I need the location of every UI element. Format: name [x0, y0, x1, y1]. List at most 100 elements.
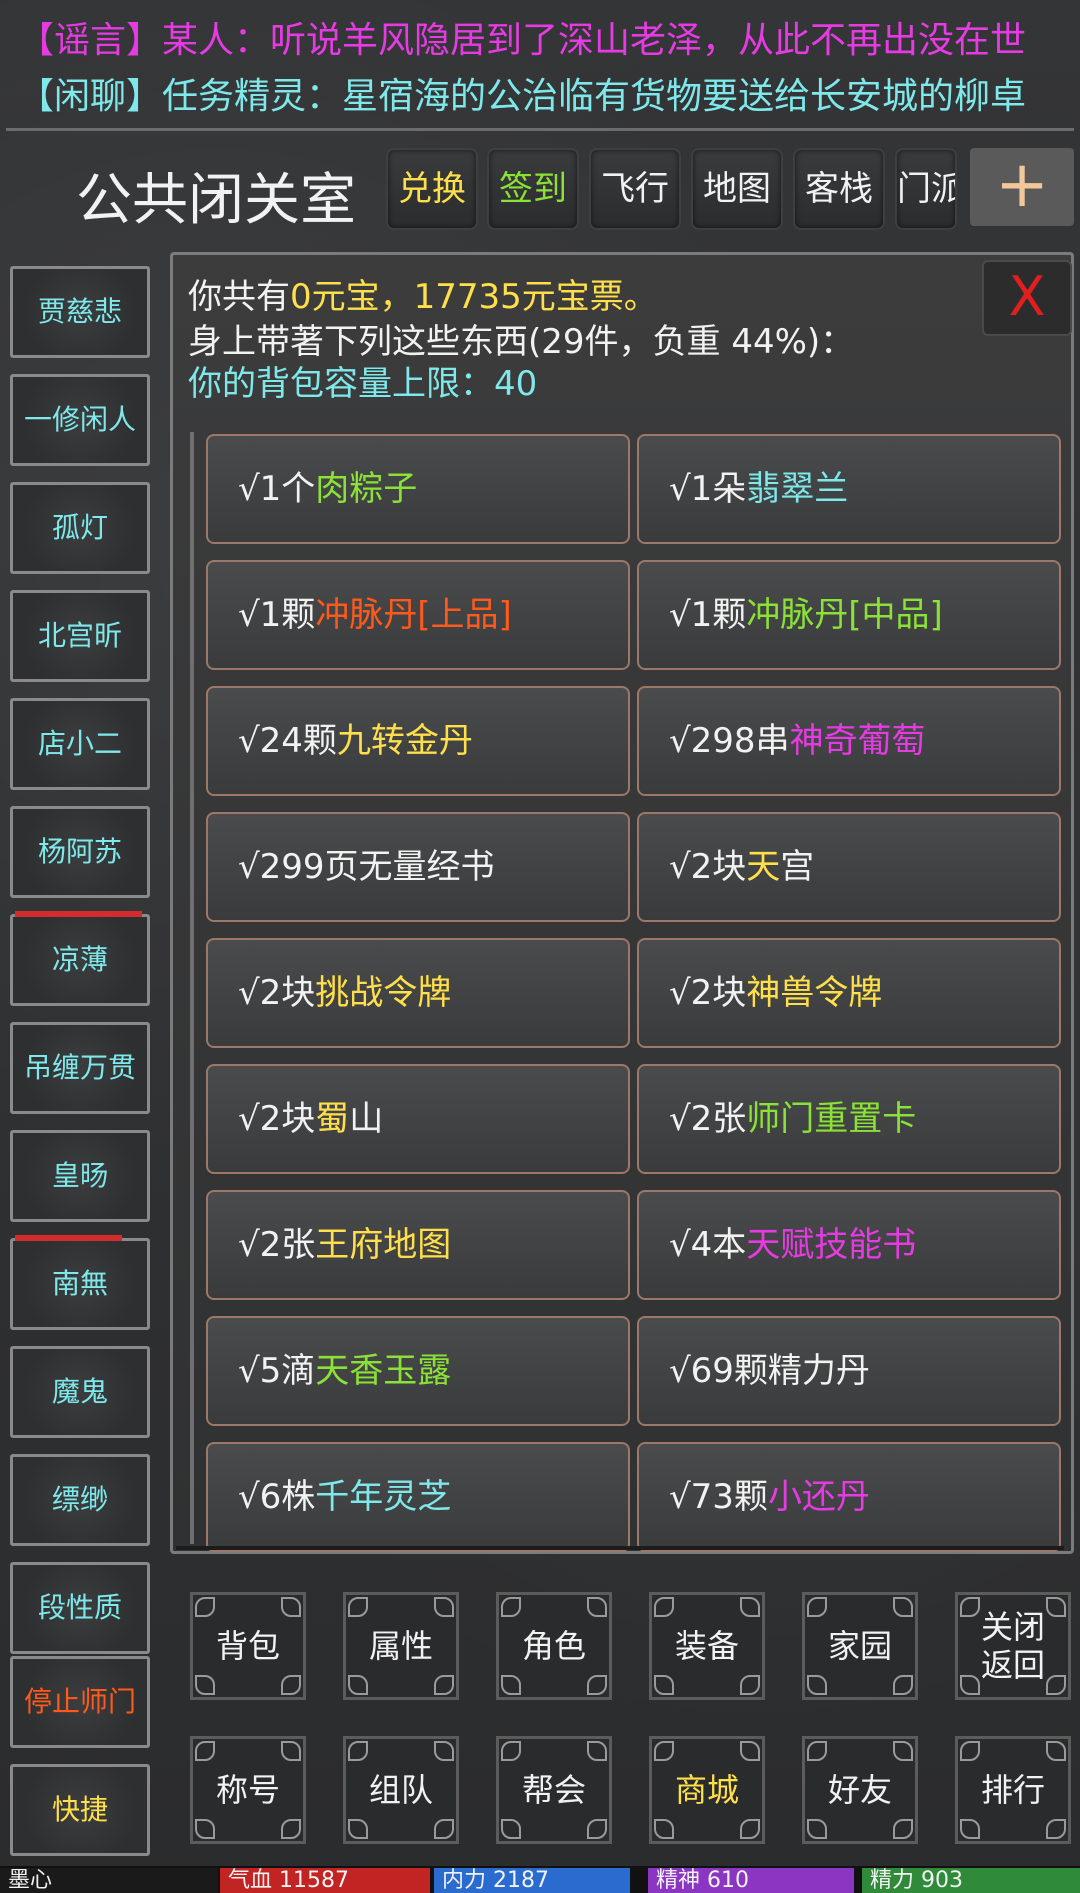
corner-ornament-icon: [1046, 1819, 1066, 1839]
currency-line: 你共有0元宝，17735元宝票。: [188, 275, 658, 319]
sidebar-item-6[interactable]: 凉薄: [10, 911, 150, 1006]
sidebar-item-label: 孤灯: [51, 511, 108, 544]
sidebar-item-label: 停止师门: [23, 1685, 136, 1718]
sidebar-item-12[interactable]: 段性质: [10, 1562, 150, 1654]
sidebar-item-label: 店小二: [37, 727, 122, 760]
corner-ornament-icon: [434, 1597, 454, 1617]
sidebar-item-3[interactable]: 北宫昕: [10, 590, 150, 682]
sidebar-item-0[interactable]: 贾慈悲: [10, 266, 150, 358]
corner-ornament-icon: [434, 1741, 454, 1761]
sidebar-item-5[interactable]: 杨阿苏: [10, 806, 150, 898]
corner-ornament-icon: [654, 1675, 674, 1695]
corner-ornament-icon: [501, 1675, 521, 1695]
item-quantity: √1朵: [669, 469, 747, 509]
sidebar-item-label: 北宫昕: [37, 619, 122, 652]
menu-button-row2-5[interactable]: 排行: [955, 1736, 1071, 1844]
item-quantity: √4本: [669, 1225, 747, 1265]
currency-prefix: 你共有: [188, 277, 290, 317]
menu-button-row2-2[interactable]: 帮会: [496, 1736, 612, 1844]
corner-ornament-icon: [893, 1675, 913, 1695]
inventory-item[interactable]: √24颗九转金丹: [206, 686, 630, 796]
sidebar-item-label: 吊缠万贯: [23, 1051, 136, 1084]
sidebar-item-13[interactable]: 停止师门: [10, 1656, 150, 1748]
inventory-item[interactable]: √2张王府地图: [206, 1190, 630, 1300]
inventory-item[interactable]: √6株千年灵芝: [206, 1442, 630, 1552]
room-title: 公共闭关室: [76, 168, 356, 233]
tab-5[interactable]: 门派: [895, 148, 957, 230]
menu-button-row2-3[interactable]: 商城: [649, 1736, 765, 1844]
inventory-item[interactable]: √1颗冲脉丹[上品]: [206, 560, 630, 670]
corner-ornament-icon: [893, 1597, 913, 1617]
item-quantity: √24颗: [238, 721, 337, 761]
inventory-item[interactable]: √5滴天香玉露: [206, 1316, 630, 1426]
item-name: 肉粽子: [315, 469, 418, 509]
item-name: 冲脉丹[上品]: [315, 595, 512, 635]
inventory-item[interactable]: √299页无量经书: [206, 812, 630, 922]
sidebar-item-label: 凉薄: [51, 943, 108, 976]
tab-4[interactable]: 客栈: [793, 148, 885, 230]
item-name: 冲脉丹[中品]: [746, 595, 943, 635]
inventory-item[interactable]: √73颗小还丹: [637, 1442, 1061, 1552]
item-quantity: √2张: [669, 1099, 747, 1139]
item-quantity: √298串: [669, 721, 790, 761]
menu-button-row1-4[interactable]: 家园: [802, 1592, 918, 1700]
sidebar-item-label: 快捷: [51, 1793, 108, 1826]
item-quantity: √1颗: [238, 595, 316, 635]
inventory-item[interactable]: √1个肉粽子: [206, 434, 630, 544]
corner-ornament-icon: [807, 1741, 827, 1761]
item-quantity: √6株: [238, 1477, 316, 1517]
menu-button-row1-0[interactable]: 背包: [190, 1592, 306, 1700]
sidebar-item-8[interactable]: 皇旸: [10, 1130, 150, 1222]
inventory-item[interactable]: √2块天宫: [637, 812, 1061, 922]
menu-button-row1-1[interactable]: 属性: [343, 1592, 459, 1700]
sidebar-item-11[interactable]: 缥缈: [10, 1454, 150, 1546]
inventory-item[interactable]: √2张师门重置卡: [637, 1064, 1061, 1174]
sidebar-item-9[interactable]: 南無: [10, 1235, 150, 1330]
sidebar-item-label: 皇旸: [51, 1159, 108, 1192]
item-name: 小还丹: [767, 1477, 870, 1517]
sidebar-item-10[interactable]: 魔鬼: [10, 1346, 150, 1438]
inventory-item[interactable]: √1颗冲脉丹[中品]: [637, 560, 1061, 670]
tab-1[interactable]: 签到: [487, 148, 579, 230]
menu-button-row1-3[interactable]: 装备: [649, 1592, 765, 1700]
sidebar-item-label: 杨阿苏: [37, 835, 122, 868]
corner-ornament-icon: [348, 1675, 368, 1695]
item-quantity: √2块: [238, 1099, 316, 1139]
sidebar-item-label: 段性质: [37, 1591, 122, 1624]
corner-ornament-icon: [1046, 1741, 1066, 1761]
inventory-item[interactable]: √2块挑战令牌: [206, 938, 630, 1048]
item-name: 千年灵芝: [315, 1477, 452, 1517]
sidebar-item-7[interactable]: 吊缠万贯: [10, 1022, 150, 1114]
corner-ornament-icon: [893, 1819, 913, 1839]
menu-button-row1-2[interactable]: 角色: [496, 1592, 612, 1700]
sidebar-item-4[interactable]: 店小二: [10, 698, 150, 790]
menu-button-row1-5[interactable]: 关闭 返回: [955, 1592, 1071, 1700]
inventory-item[interactable]: √1朵翡翠兰: [637, 434, 1061, 544]
menu-button-row2-1[interactable]: 组队: [343, 1736, 459, 1844]
corner-ornament-icon: [1046, 1597, 1066, 1617]
inventory-item[interactable]: √298串神奇葡萄: [637, 686, 1061, 796]
menu-button-row2-4[interactable]: 好友: [802, 1736, 918, 1844]
close-button[interactable]: X: [982, 260, 1072, 336]
sidebar-item-14[interactable]: 快捷: [10, 1764, 150, 1856]
more-plus-button[interactable]: +: [970, 148, 1074, 226]
list-scrollbar[interactable]: [190, 432, 194, 1544]
menu-button-label: 角色: [521, 1627, 586, 1665]
inventory-item[interactable]: √4本天赋技能书: [637, 1190, 1061, 1300]
item-quantity: √69颗精力丹: [669, 1351, 870, 1391]
mp-bar: 内力 2187: [434, 1868, 630, 1893]
item-name: 九转金丹: [336, 721, 473, 761]
corner-ornament-icon: [281, 1741, 301, 1761]
tab-2[interactable]: 飞行: [589, 148, 681, 230]
corner-ornament-icon: [740, 1741, 760, 1761]
sidebar-item-1[interactable]: 一修闲人: [10, 374, 150, 466]
sidebar-item-label: 南無: [51, 1267, 108, 1300]
inventory-item[interactable]: √2块蜀山: [206, 1064, 630, 1174]
sidebar-item-2[interactable]: 孤灯: [10, 482, 150, 574]
item-quantity: √5滴: [238, 1351, 316, 1391]
menu-button-row2-0[interactable]: 称号: [190, 1736, 306, 1844]
tab-3[interactable]: 地图: [691, 148, 783, 230]
tab-0[interactable]: 兑换: [386, 148, 478, 230]
inventory-item[interactable]: √69颗精力丹: [637, 1316, 1061, 1426]
inventory-item[interactable]: √2块神兽令牌: [637, 938, 1061, 1048]
